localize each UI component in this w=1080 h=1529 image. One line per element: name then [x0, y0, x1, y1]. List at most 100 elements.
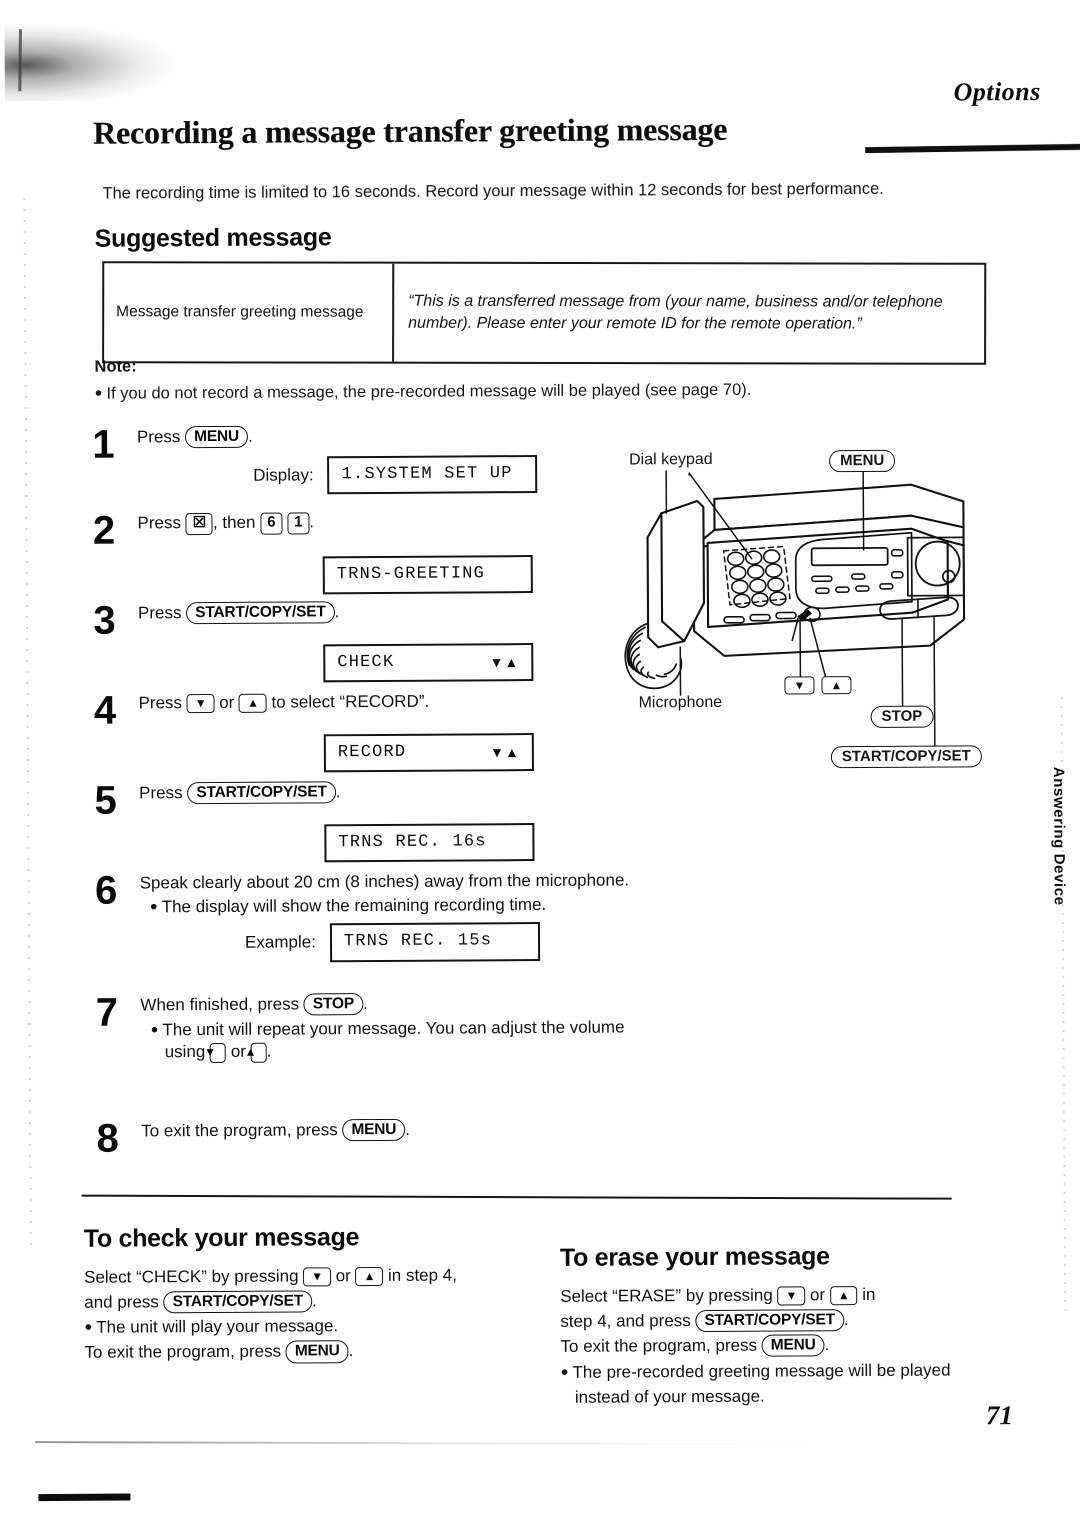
fax-machine-drawing [624, 470, 966, 751]
body-line-1: Select “ERASE” by pressing ▼ or ▲ in [560, 1282, 980, 1309]
key-6[interactable]: 6 [260, 512, 283, 535]
body-line-2: and press START/COPY/SET. [84, 1288, 539, 1315]
step-main-text: Speak clearly about 20 cm (8 inches) awa… [139, 870, 630, 893]
key-menu[interactable]: MENU [761, 1334, 825, 1358]
key-menu[interactable]: MENU [185, 425, 249, 449]
key-up-arrow[interactable]: ▲ [238, 693, 267, 714]
step-7: 7 When finished, press STOP. ● The unit w… [84, 991, 645, 1094]
line-text: or [809, 1285, 826, 1305]
side-tab-label: Answering Device [1049, 766, 1068, 906]
left-margin-scan-line [23, 198, 32, 1249]
line-text: Select “ERASE” by pressing [560, 1285, 773, 1306]
key-start-copy-set[interactable]: START/COPY/SET [186, 601, 335, 625]
step-text-after: . [335, 782, 341, 802]
bullet-icon: ● [94, 384, 103, 400]
step-number: 3 [93, 598, 115, 643]
display-label: Display: [253, 464, 314, 485]
step-number: 6 [94, 868, 117, 913]
page-number: 71 [985, 1400, 1014, 1431]
lcd-text: CHECK [337, 652, 395, 672]
lcd-display: RECORD ▼▲ [323, 732, 534, 773]
lcd-display: TRNS-GREETING [322, 554, 533, 595]
body-line-2: step 4, and press START/COPY/SET. [560, 1307, 980, 1334]
lcd-display: 1.SYSTEM SET UP [327, 454, 538, 495]
step-6: 6 Speak clearly about 20 cm (8 inches) a… [84, 869, 645, 992]
step-text-before: Press [137, 513, 181, 533]
key-down-arrow[interactable]: ▼ [186, 693, 215, 714]
step-text: Press START/COPY/SET. CHECK ▼▲ [138, 599, 642, 683]
key-up-arrow[interactable]: ▲ [355, 1266, 384, 1287]
illus-key-up-arrow[interactable]: ▲ [821, 676, 852, 695]
lcd-display: TRNS REC. 16s [324, 822, 535, 863]
suggested-message-heading: Suggested message [94, 223, 332, 253]
line-text: To exit the program, press [84, 1341, 282, 1363]
bullet-icon: ● [150, 1020, 159, 1036]
line-text: . [348, 1341, 354, 1361]
bullet-text: The unit will play your message. [96, 1316, 339, 1337]
step-bullet-text: The display will show the remaining reco… [161, 894, 547, 916]
lcd-text: RECORD [337, 742, 407, 762]
line-text: in step 4, [387, 1265, 458, 1285]
step-text-before: When finished, press [140, 994, 300, 1015]
section-heading: To check your message [83, 1223, 360, 1253]
title-underline [865, 143, 1080, 154]
line-text: or [335, 1266, 351, 1286]
line-text: . [311, 1291, 317, 1311]
section-body: Select “CHECK” by pressing ▼ or ▲ in ste… [84, 1263, 540, 1365]
illus-key-stop[interactable]: STOP [870, 705, 934, 728]
step-text-mid: , then [212, 512, 256, 532]
key-stop[interactable]: STOP [303, 993, 364, 1016]
key-1[interactable]: 1 [287, 512, 310, 535]
key-down-arrow[interactable]: ▼ [303, 1267, 332, 1287]
note-body: ● If you do not record a message, the pre… [95, 378, 995, 405]
step-text-after: . [309, 512, 315, 532]
bottom-divider [81, 1194, 952, 1201]
lcd-display: CHECK ▼▲ [323, 642, 534, 683]
step-number: 2 [92, 508, 115, 553]
step-8: 8 To exit the program, press MENU. [85, 1117, 645, 1180]
illus-key-start-copy-set[interactable]: START/COPY/SET [830, 745, 982, 769]
key-down-arrow[interactable]: ▼ [204, 1043, 227, 1063]
illus-key-menu[interactable]: MENU [829, 449, 896, 473]
step-number: 8 [96, 1116, 118, 1161]
step-text-before: Press [136, 427, 181, 447]
key-down-arrow[interactable]: ▼ [777, 1286, 806, 1306]
suggested-message-table: Message transfer greeting message “This … [102, 261, 987, 365]
line-text: in [862, 1284, 876, 1305]
fax-machine-illustration: Dial keypad Microphone MENU ▼ ▲ STOP STA… [611, 449, 1003, 791]
key-start-copy-set[interactable]: START/COPY/SET [163, 1290, 313, 1314]
step-number: 4 [93, 688, 116, 733]
step-text-before: Press [139, 783, 183, 803]
step-text: Press START/COPY/SET. TRNS REC. 16s [139, 779, 643, 863]
illus-key-down-arrow[interactable]: ▼ [784, 676, 815, 695]
bottom-black-mark [38, 1493, 131, 1502]
key-start-copy-set[interactable]: START/COPY/SET [187, 781, 336, 805]
step-4: 4 Press ▼ or ▲ to select “RECORD”. RECOR… [82, 689, 643, 780]
page-title: Recording a message transfer greeting me… [92, 110, 728, 151]
intro-text: The recording time is limited to 16 seco… [102, 179, 884, 203]
manual-page: Options Recording a message transfer gre… [0, 0, 1080, 1529]
step-text-before: Press [138, 693, 183, 713]
key-menu[interactable]: MENU [342, 1118, 406, 1142]
lcd-text: 1.SYSTEM SET UP [341, 463, 513, 484]
key-up-arrow[interactable]: ▲ [245, 1042, 267, 1063]
key-start-copy-set[interactable]: START/COPY/SET [695, 1309, 844, 1333]
key-menu[interactable]: MENU [285, 1340, 349, 1364]
step-text: Speak clearly about 20 cm (8 inches) awa… [140, 869, 645, 963]
step-text-after: . [247, 426, 253, 446]
key-up-arrow[interactable]: ▲ [829, 1286, 858, 1306]
line-text: Select “CHECK” by pressing [84, 1266, 299, 1287]
step-text-before: To exit the program, press [141, 1120, 338, 1141]
lcd-text: TRNS REC. 16s [338, 831, 487, 852]
step-bullet-after: . [266, 1041, 272, 1061]
lcd-arrows: ▼▲ [490, 743, 520, 760]
line-text: step 4, and press [560, 1311, 691, 1332]
section-check-message: To check your message Select “CHECK” by … [84, 1222, 540, 1366]
body-line-3: To exit the program, press MENU. [84, 1338, 539, 1365]
line-text: and press [84, 1292, 159, 1312]
body-bullet: ● The unit will play your message. [84, 1313, 539, 1340]
key-hash[interactable]: ☒ [185, 512, 213, 535]
bullet-icon: ● [149, 897, 158, 913]
step-text-mid: or [219, 692, 235, 712]
step-number: 7 [95, 990, 118, 1035]
